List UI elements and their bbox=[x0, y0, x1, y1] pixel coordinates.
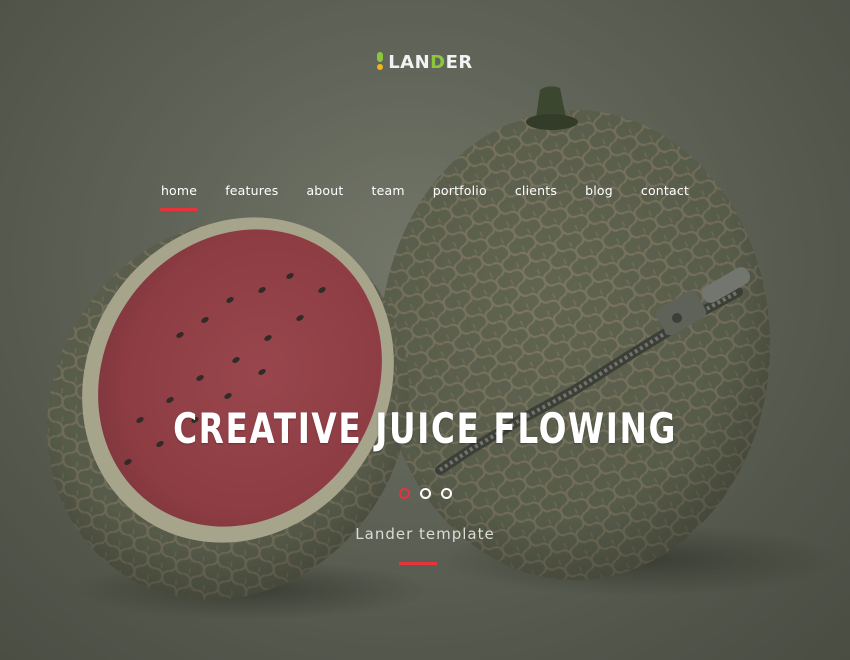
slider-dots bbox=[0, 488, 850, 499]
nav-item-features[interactable]: features bbox=[211, 182, 292, 200]
nav-item-portfolio[interactable]: portfolio bbox=[419, 182, 501, 200]
main-nav: home features about team portfolio clien… bbox=[0, 182, 850, 200]
logo-text-end: ER bbox=[445, 52, 473, 73]
slider-dot-2[interactable] bbox=[419, 488, 431, 499]
subtitle-underline bbox=[399, 562, 437, 565]
nav-item-contact[interactable]: contact bbox=[627, 182, 703, 200]
slider-dot-1[interactable] bbox=[398, 488, 410, 499]
nav-item-clients[interactable]: clients bbox=[501, 182, 571, 200]
nav-item-team[interactable]: team bbox=[358, 182, 419, 200]
logo-text-start: LAN bbox=[388, 52, 431, 73]
hero-section: LANDER home features about team portfoli… bbox=[0, 0, 850, 660]
logo-mark-icon bbox=[377, 52, 384, 70]
hero-headline: CREATIVE JUICE FLOWING bbox=[173, 404, 677, 453]
slider-dot-3[interactable] bbox=[440, 488, 452, 499]
logo-text-accent: D bbox=[430, 52, 446, 73]
hero-subtitle: Lander template bbox=[355, 525, 495, 543]
nav-item-blog[interactable]: blog bbox=[571, 182, 627, 200]
nav-item-home[interactable]: home bbox=[147, 182, 211, 200]
hero-background-image bbox=[0, 0, 850, 660]
brand-logo[interactable]: LANDER bbox=[0, 52, 850, 73]
nav-item-about[interactable]: about bbox=[292, 182, 357, 200]
